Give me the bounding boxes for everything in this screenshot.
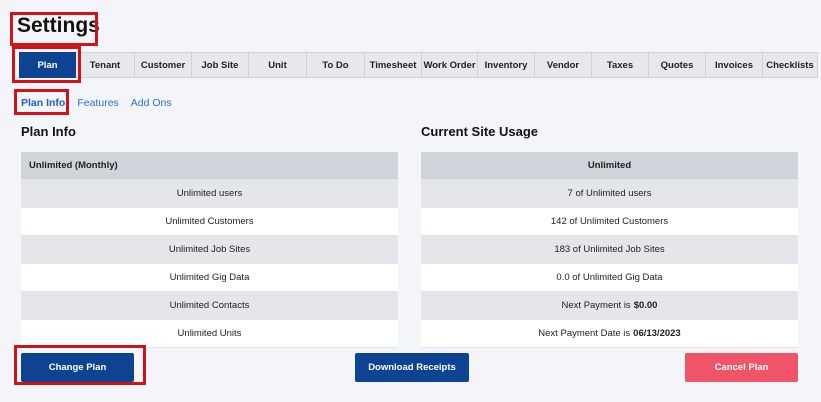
table-row: Unlimited Customers	[21, 208, 398, 236]
table-row: Unlimited Gig Data	[21, 264, 398, 292]
site-usage-heading: Current Site Usage	[421, 124, 539, 139]
table-row: Unlimited Units	[21, 320, 398, 348]
settings-page: Settings Plan Tenant Customer Job Site U…	[0, 0, 821, 402]
cancel-plan-button[interactable]: Cancel Plan	[685, 353, 798, 382]
highlight-box-title	[10, 12, 98, 46]
tab-tenant[interactable]: Tenant	[76, 52, 135, 78]
tab-customer[interactable]: Customer	[135, 52, 192, 78]
tab-to-do[interactable]: To Do	[307, 52, 365, 78]
table-row: Unlimited Contacts	[21, 292, 398, 320]
table-row: 7 of Unlimited users	[421, 180, 798, 208]
tab-invoices[interactable]: Invoices	[706, 52, 763, 78]
tab-inventory[interactable]: Inventory	[478, 52, 535, 78]
subtab-add-ons[interactable]: Add Ons	[131, 97, 172, 109]
subtab-features[interactable]: Features	[77, 97, 118, 109]
next-payment-date-label: Next Payment Date is	[538, 328, 631, 339]
tab-quotes[interactable]: Quotes	[649, 52, 706, 78]
tab-unit[interactable]: Unit	[249, 52, 307, 78]
plan-info-heading: Plan Info	[21, 124, 76, 139]
usage-plan-name-row: Unlimited	[421, 152, 798, 180]
plan-info-table: Unlimited (Monthly) Unlimited users Unli…	[21, 152, 398, 348]
next-payment-date-row: Next Payment Date is 06/13/2023	[421, 320, 798, 348]
tab-job-site[interactable]: Job Site	[192, 52, 249, 78]
next-payment-value: $0.00	[633, 300, 658, 311]
tab-work-order[interactable]: Work Order	[422, 52, 478, 78]
tab-vendor[interactable]: Vendor	[535, 52, 592, 78]
table-row: 142 of Unlimited Customers	[421, 208, 798, 236]
site-usage-table: Unlimited 7 of Unlimited users 142 of Un…	[421, 152, 798, 348]
plan-name-row: Unlimited (Monthly)	[21, 152, 398, 180]
table-row: 0.0 of Unlimited Gig Data	[421, 264, 798, 292]
tab-checklists[interactable]: Checklists	[763, 52, 818, 78]
table-row: Unlimited users	[21, 180, 398, 208]
tab-taxes[interactable]: Taxes	[592, 52, 649, 78]
table-row: Unlimited Job Sites	[21, 236, 398, 264]
next-payment-row: Next Payment is $0.00	[421, 292, 798, 320]
table-row: 183 of Unlimited Job Sites	[421, 236, 798, 264]
download-receipts-button[interactable]: Download Receipts	[355, 353, 469, 382]
highlight-box-plan-tab	[12, 46, 81, 83]
next-payment-label: Next Payment is	[561, 300, 631, 311]
next-payment-date-value: 06/13/2023	[633, 328, 681, 339]
highlight-box-change-plan	[14, 345, 146, 385]
highlight-box-plan-info	[14, 89, 69, 115]
settings-tabs: Plan Tenant Customer Job Site Unit To Do…	[19, 52, 818, 78]
tab-timesheet[interactable]: Timesheet	[365, 52, 422, 78]
